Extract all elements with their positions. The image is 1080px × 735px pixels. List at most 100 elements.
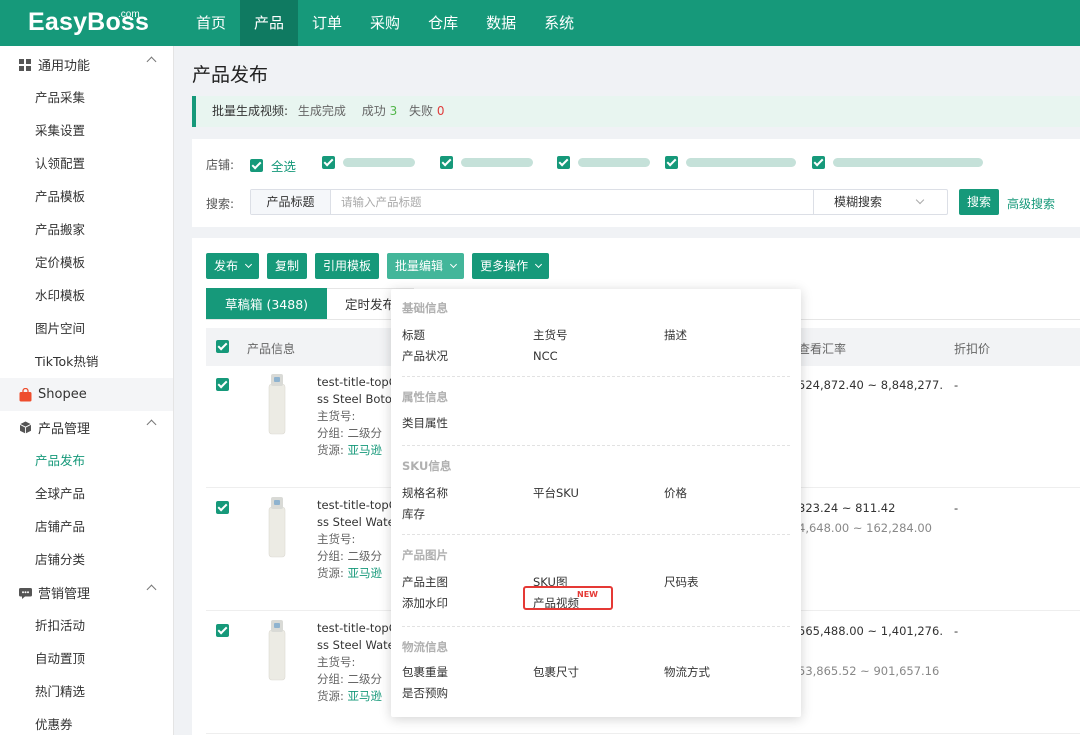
header-exchange-rate[interactable]: 查看汇率 [798, 340, 846, 357]
shop-checkbox[interactable] [557, 156, 650, 169]
sidebar-group-general[interactable]: 通用功能 [0, 48, 173, 81]
menu-section-title: 属性信息 [402, 390, 448, 404]
sidebar-item-pricing-template[interactable]: 定价模板 [0, 246, 173, 279]
sidebar-item-shop-categories[interactable]: 店铺分类 [0, 543, 173, 576]
top-navbar: EasyBoss .com 首页 产品 订单 采购 仓库 数据 系统 [0, 0, 1080, 46]
sidebar-item-product-move[interactable]: 产品搬家 [0, 213, 173, 246]
search-button[interactable]: 搜索 [959, 189, 999, 215]
source-link[interactable]: 亚马逊 [348, 689, 383, 703]
sidebar-item-hot-picks[interactable]: 热门精选 [0, 675, 173, 708]
menu-item-category-attributes[interactable]: 类目属性 [402, 415, 533, 432]
more-actions-button[interactable]: 更多操作 [472, 253, 550, 279]
product-title-line2[interactable]: ss Steel Water [317, 637, 399, 654]
shop-checkbox[interactable] [322, 156, 415, 169]
action-toolbar: 发布 复制 引用模板 批量编辑 更多操作 [206, 253, 557, 279]
search-mode-select[interactable]: 模糊搜索 [813, 190, 947, 214]
sidebar-group-shopee[interactable]: Shopee [0, 378, 173, 411]
advanced-search-link[interactable]: 高级搜索 [1007, 195, 1055, 212]
menu-item-package-size[interactable]: 包裹尺寸 [533, 664, 664, 681]
sidebar-group-marketing[interactable]: 营销管理 [0, 576, 173, 609]
menu-item-stock[interactable]: 库存 [402, 506, 533, 523]
publish-button[interactable]: 发布 [206, 253, 260, 279]
product-title-line1[interactable]: test-title-topC [317, 620, 399, 637]
sidebar-item-global-products[interactable]: 全球产品 [0, 477, 173, 510]
use-template-button[interactable]: 引用模板 [315, 253, 380, 279]
price-range: 565,488.00 ~ 1,401,276. [798, 624, 943, 638]
search-input[interactable] [331, 190, 813, 214]
tab-draft[interactable]: 草稿箱 (3488) [206, 288, 328, 319]
select-all-checkbox[interactable]: 全选 [250, 156, 296, 175]
shop-checkbox[interactable] [812, 156, 983, 169]
batch-edit-dropdown: 基础信息 标题 主货号 描述 产品状况 NCC 属性信息 类目属性 SKU信息 … [391, 289, 801, 717]
sidebar-item-collect-settings[interactable]: 采集设置 [0, 114, 173, 147]
menu-item-size-chart[interactable]: 尺码表 [664, 574, 790, 591]
nav-data[interactable]: 数据 [472, 0, 530, 46]
shop-label: 店铺: [206, 158, 235, 172]
chevron-up-icon [146, 419, 157, 430]
menu-item-main-image[interactable]: 产品主图 [402, 574, 533, 591]
row-checkbox[interactable] [216, 501, 229, 514]
source-link[interactable]: 亚马逊 [348, 566, 383, 580]
batch-edit-label: 批量编辑 [395, 259, 444, 273]
sidebar-item-auto-top[interactable]: 自动置顶 [0, 642, 173, 675]
nav-system[interactable]: 系统 [530, 0, 588, 46]
copy-button[interactable]: 复制 [267, 253, 308, 279]
sidebar-item-claim-config[interactable]: 认领配置 [0, 147, 173, 180]
menu-item-add-watermark[interactable]: 添加水印 [402, 595, 533, 612]
nav-product[interactable]: 产品 [240, 0, 299, 46]
shop-name-blurred [461, 158, 533, 167]
product-title-line1[interactable]: test-title-topC [317, 374, 397, 391]
sidebar-item-watermark-template[interactable]: 水印模板 [0, 279, 173, 312]
menu-item-main-sku[interactable]: 主货号 [533, 327, 664, 344]
menu-item-condition[interactable]: 产品状况 [402, 348, 533, 365]
sidebar-item-image-space[interactable]: 图片空间 [0, 312, 173, 345]
product-title-line1[interactable]: test-title-topC [317, 497, 399, 514]
header-product-info: 产品信息 [247, 342, 296, 356]
nav-warehouse[interactable]: 仓库 [414, 0, 472, 46]
search-label: 搜索: [206, 197, 235, 211]
shop-checkbox[interactable] [665, 156, 796, 169]
sidebar-item-product-publish[interactable]: 产品发布 [0, 444, 173, 477]
sidebar-item-coupons[interactable]: 优惠券 [0, 708, 173, 735]
shop-checkbox[interactable] [440, 156, 533, 169]
menu-item-product-video[interactable]: NEW 产品视频 [523, 586, 664, 612]
megaphone-icon [18, 586, 32, 600]
menu-item-platform-sku[interactable]: 平台SKU [533, 485, 664, 502]
sidebar-item-product-template[interactable]: 产品模板 [0, 180, 173, 213]
nav-home[interactable]: 首页 [182, 0, 240, 46]
nav-orders[interactable]: 订单 [298, 0, 356, 46]
chevron-down-icon [244, 260, 253, 269]
menu-item-variation-name[interactable]: 规格名称 [402, 485, 533, 502]
menu-item-preorder[interactable]: 是否预购 [402, 685, 533, 702]
sidebar-item-discount-activity[interactable]: 折扣活动 [0, 609, 173, 642]
sidebar-item-tiktok-hot[interactable]: TikTok热销 [0, 345, 173, 378]
menu-item-package-weight[interactable]: 包裹重量 [402, 664, 533, 681]
menu-section-attributes: 属性信息 类目属性 [402, 389, 790, 432]
cube-icon [18, 421, 32, 435]
product-title-line2[interactable]: ss Steel Water [317, 514, 399, 531]
shop-name-blurred [833, 158, 983, 167]
menu-section-title: 产品图片 [402, 548, 448, 562]
menu-item-shipping-method[interactable]: 物流方式 [664, 664, 790, 681]
sidebar-item-collect[interactable]: 产品采集 [0, 81, 173, 114]
menu-item-description[interactable]: 描述 [664, 327, 790, 344]
header-select-all-checkbox[interactable] [216, 340, 229, 353]
nav-purchase[interactable]: 采购 [356, 0, 414, 46]
product-thumbnail[interactable] [266, 620, 288, 682]
search-type-select[interactable]: 产品标题 [251, 190, 331, 214]
menu-item-ncc[interactable]: NCC [533, 348, 664, 365]
product-thumbnail[interactable] [266, 497, 288, 559]
sidebar-item-shop-products[interactable]: 店铺产品 [0, 510, 173, 543]
menu-item-title[interactable]: 标题 [402, 327, 533, 344]
product-title-line2[interactable]: ss Steel Botol [317, 391, 397, 408]
search-mode-value: 模糊搜索 [834, 195, 883, 209]
sidebar-group-product-management[interactable]: 产品管理 [0, 411, 173, 444]
row-checkbox[interactable] [216, 624, 229, 637]
source-link[interactable]: 亚马逊 [348, 443, 383, 457]
menu-item-price[interactable]: 价格 [664, 485, 790, 502]
product-thumbnail[interactable] [266, 374, 288, 436]
product-info: test-title-topC ss Steel Water 主货号: 分组: … [317, 497, 399, 582]
row-checkbox[interactable] [216, 378, 229, 391]
sidebar: 通用功能 产品采集 采集设置 认领配置 产品模板 产品搬家 定价模板 水印模板 … [0, 46, 174, 735]
batch-edit-button[interactable]: 批量编辑 [387, 253, 465, 279]
